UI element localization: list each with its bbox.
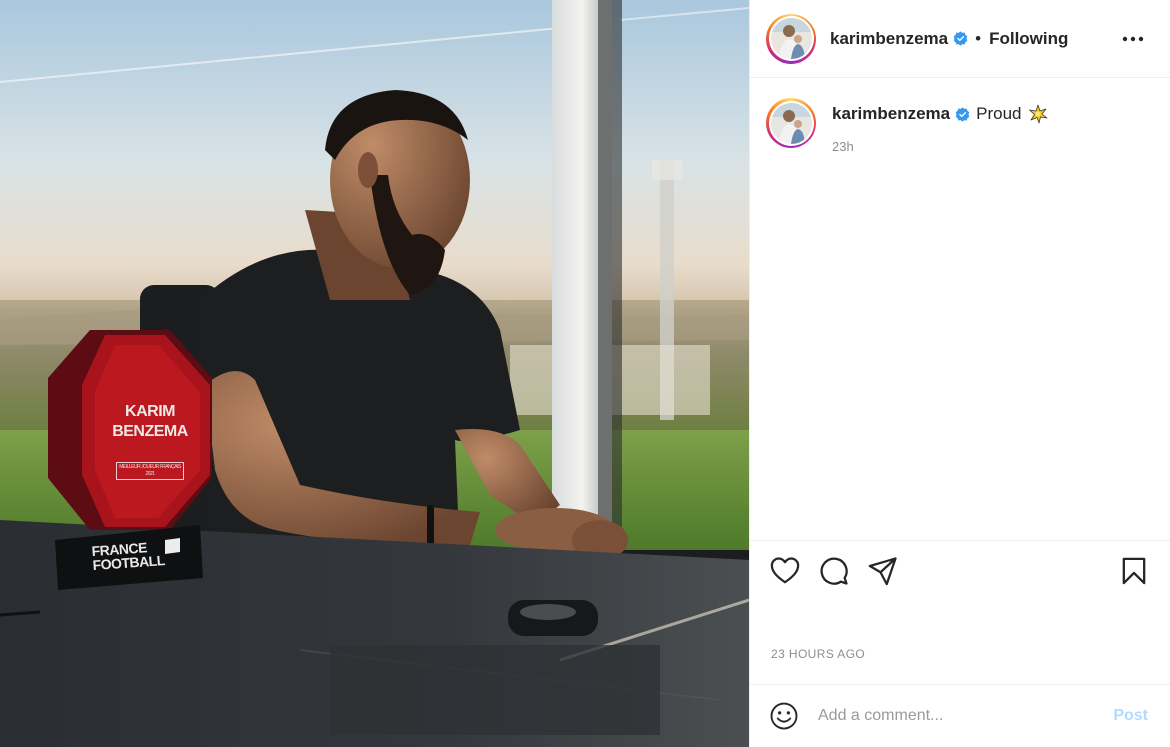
caption-text: Proud bbox=[976, 104, 1022, 123]
share-icon[interactable] bbox=[867, 555, 899, 587]
caption-body: karimbenzema Proud 23h bbox=[832, 98, 1048, 154]
trophy-award-text: MEILLEUR JOUEUR FRANÇAIS 2021 bbox=[116, 462, 184, 480]
bookmark-icon[interactable] bbox=[1118, 555, 1150, 587]
verified-badge-icon bbox=[955, 106, 970, 122]
comment-bar: Post bbox=[750, 684, 1170, 747]
caption-avatar-image bbox=[770, 102, 812, 144]
photo-scene bbox=[0, 0, 749, 747]
post-comment-button[interactable]: Post bbox=[1113, 707, 1148, 725]
caption-avatar[interactable] bbox=[766, 98, 816, 148]
avatar-inner bbox=[768, 16, 814, 61]
action-bar bbox=[750, 540, 1170, 600]
header-separator: • bbox=[975, 28, 982, 48]
more-horizontal-icon[interactable] bbox=[1120, 26, 1146, 52]
emoji-smile-icon[interactable] bbox=[769, 701, 799, 731]
avatar[interactable] bbox=[766, 13, 816, 64]
post-header: karimbenzema • Following bbox=[750, 0, 1170, 78]
following-button[interactable]: Following bbox=[989, 29, 1068, 49]
caption: karimbenzema Proud 23h bbox=[766, 98, 1156, 154]
caption-line: karimbenzema Proud bbox=[832, 104, 1048, 124]
heart-icon[interactable] bbox=[769, 555, 801, 587]
post-side-panel: karimbenzema • Following karimbenzema Pr… bbox=[749, 0, 1170, 747]
caption-time[interactable]: 23h bbox=[832, 139, 1048, 154]
header-username[interactable]: karimbenzema bbox=[830, 29, 948, 49]
instagram-post: KARIM BENZEMA MEILLEUR JOUEUR FRANÇAIS 2… bbox=[0, 0, 1170, 747]
comment-input[interactable] bbox=[818, 701, 1098, 731]
caption-username[interactable]: karimbenzema bbox=[832, 104, 950, 124]
post-timestamp[interactable]: 23 HOURS AGO bbox=[771, 647, 865, 661]
comment-icon[interactable] bbox=[818, 555, 850, 587]
trophy-name-text: KARIM BENZEMA bbox=[112, 403, 188, 440]
verified-badge-icon bbox=[953, 31, 968, 46]
avatar-image bbox=[770, 18, 812, 59]
sparkle-emoji-icon bbox=[1028, 104, 1047, 124]
post-photo[interactable]: KARIM BENZEMA MEILLEUR JOUEUR FRANÇAIS 2… bbox=[0, 0, 749, 747]
caption-avatar-inner bbox=[768, 100, 814, 146]
